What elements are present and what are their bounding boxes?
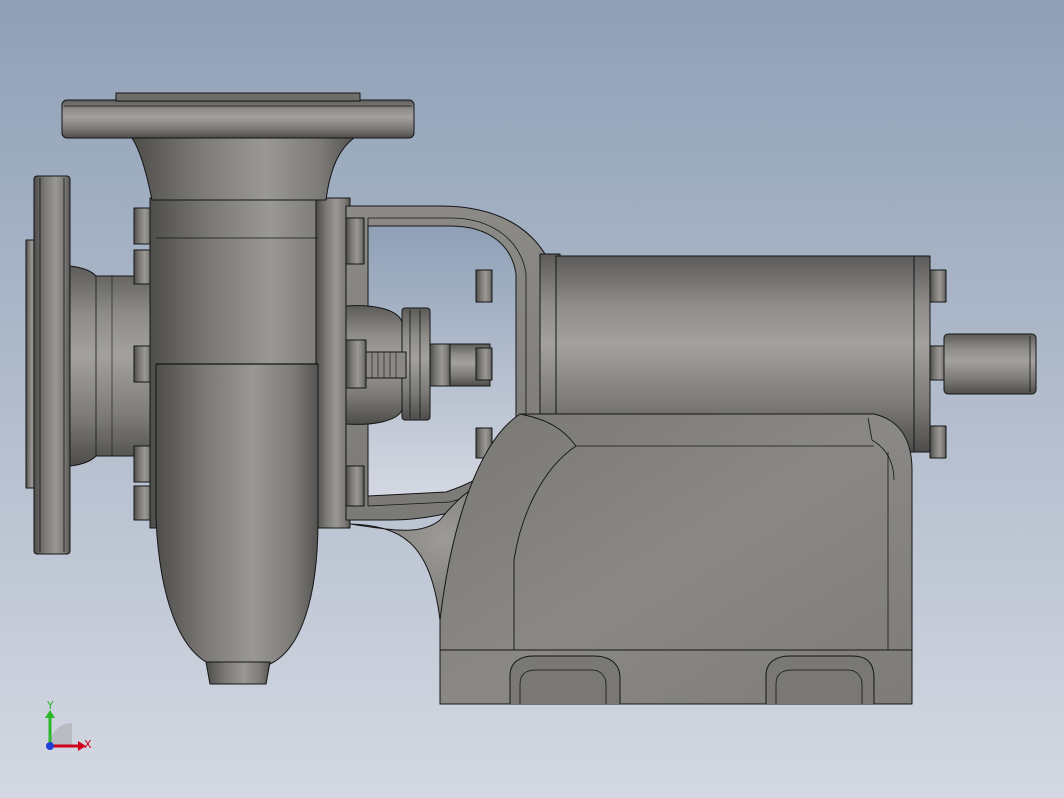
y-axis-label: Y (46, 699, 54, 712)
volute-bolts-left (133, 207, 153, 521)
x-axis-label: X (84, 738, 92, 751)
drive-shaft[interactable] (943, 333, 1037, 395)
z-axis-dot (46, 742, 54, 750)
cad-viewport[interactable]: X Y (0, 0, 1064, 798)
pump-model-scene[interactable]: X Y (0, 0, 1064, 798)
discharge-flange[interactable] (61, 92, 415, 139)
